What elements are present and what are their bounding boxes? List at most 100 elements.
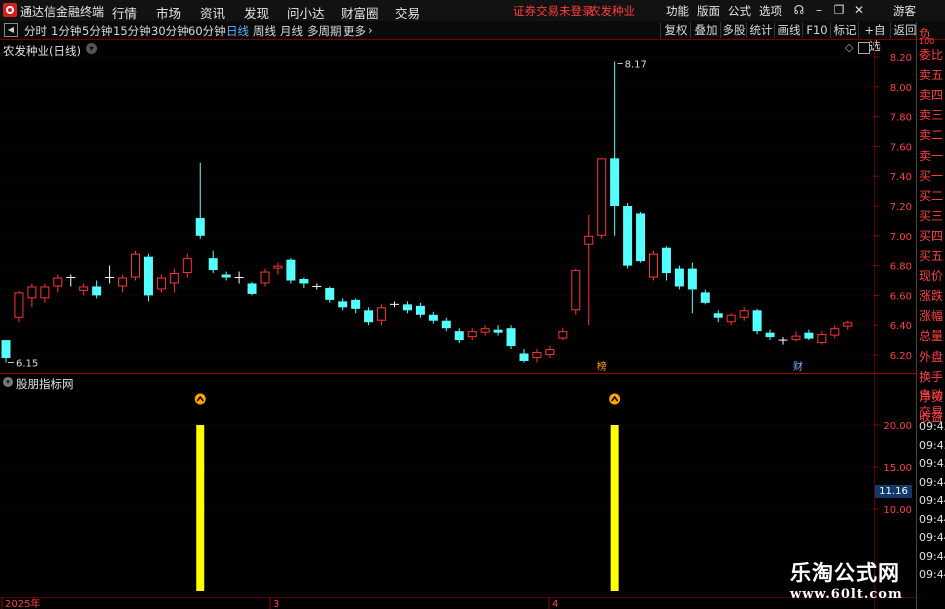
candle-body	[700, 292, 710, 303]
period-5min[interactable]: 5分钟	[82, 23, 112, 39]
candle-body	[428, 314, 438, 321]
watermark-title: 乐淘公式网	[790, 561, 900, 585]
indicator-tick-label: 20.00	[883, 421, 912, 432]
candle-body	[92, 286, 102, 296]
tool-overlay[interactable]: 叠加	[690, 22, 721, 38]
tool-back[interactable]: 返回	[890, 22, 919, 38]
candle-body	[752, 310, 762, 332]
side-field-label: 买五	[919, 249, 944, 263]
side-trade-time: 09:44	[919, 494, 945, 507]
support-icon[interactable]: ☊	[790, 2, 808, 18]
side-field-label: 买二	[919, 188, 944, 203]
candle-body	[273, 265, 283, 269]
side-field-label: 买三	[919, 208, 944, 223]
side-field-label: 涨跌	[919, 289, 944, 304]
event-marker: 榜	[597, 360, 607, 373]
side-field-label: 现价	[919, 269, 944, 284]
period-15min[interactable]: 15分钟	[113, 23, 151, 39]
menu-options[interactable]: 选项	[759, 3, 782, 19]
side-trade-time: 09:43	[919, 438, 945, 452]
candle-body	[260, 271, 270, 284]
candle-body	[195, 217, 205, 236]
side-trade-time: 09:44	[919, 475, 945, 489]
candle-body	[325, 287, 335, 300]
period-daily[interactable]: 日线	[226, 23, 249, 39]
price-tick-label: 7.20	[890, 202, 912, 213]
side-field-label: 卖三	[919, 108, 944, 123]
price-tick-label: 6.20	[890, 351, 912, 362]
collapse-left-icon[interactable]: ◀	[4, 23, 18, 37]
menu-formula[interactable]: 公式	[728, 3, 751, 19]
menu-quotes[interactable]: 行情	[112, 3, 137, 22]
candle-body	[817, 334, 827, 344]
tool-multi-stock[interactable]: 多股	[720, 22, 747, 38]
kline-chart[interactable]: 8.17 6.15 榜 财 8.20 8.00 7.80 7.60 7.40 7.20 7.00 6…	[0, 40, 916, 609]
side-trade-time: 09:44	[919, 549, 945, 563]
side-field-label: 卖五	[919, 68, 944, 83]
candle-body	[584, 235, 594, 245]
candle-body	[493, 329, 503, 333]
menu-market[interactable]: 市场	[156, 3, 181, 22]
signal-up-icon	[194, 393, 206, 405]
menu-news[interactable]: 资讯	[200, 3, 225, 22]
period-more[interactable]: 更多	[343, 23, 366, 39]
candle-body	[286, 259, 296, 281]
candle-body	[843, 322, 853, 327]
candle-body	[338, 301, 348, 308]
tool-stats[interactable]: 统计	[746, 22, 775, 38]
event-marker: 财	[793, 360, 803, 373]
restore-icon[interactable]: ❐	[830, 2, 848, 18]
tool-add-watchlist[interactable]: +自选	[858, 22, 891, 53]
candle-body	[247, 283, 257, 294]
menu-discover[interactable]: 发现	[244, 3, 269, 22]
candle-body	[661, 247, 671, 274]
side-lower-label: 自动	[919, 388, 944, 402]
tool-draw[interactable]: 画线	[774, 22, 803, 38]
side-trade-time: 09:43	[919, 457, 945, 470]
low-label: 6.15	[16, 358, 38, 369]
candle-body	[739, 310, 749, 318]
side-field-label: 外盘	[919, 349, 944, 364]
candle-body	[441, 320, 451, 329]
candle-body	[571, 270, 581, 311]
menu-function[interactable]: 功能	[666, 3, 689, 19]
side-trade-time: 09:44	[919, 512, 945, 526]
time-tick-label: 3	[273, 599, 279, 609]
candle-body	[14, 292, 24, 318]
current-stock-name: 农发种业	[589, 4, 635, 18]
candle-body	[364, 310, 374, 323]
price-tick-label: 7.80	[890, 113, 912, 124]
tool-adjust[interactable]: 复权	[660, 22, 691, 38]
period-timeshare[interactable]: 分时	[24, 23, 47, 39]
price-tick-label: 6.40	[890, 321, 912, 332]
period-monthly[interactable]: 月线	[280, 23, 303, 39]
side-lower-label: 交易	[919, 405, 944, 419]
side-trade-time: 09:43	[919, 420, 945, 433]
menu-ask-xiaoda[interactable]: 问小达	[287, 3, 325, 22]
menu-wealth-circle[interactable]: 财富圈	[341, 3, 379, 22]
period-30min[interactable]: 30分钟	[151, 23, 189, 39]
candle-body	[351, 299, 361, 309]
candle-body	[40, 286, 50, 299]
time-tick-label: 2025年	[5, 597, 40, 609]
minimize-icon[interactable]: –	[810, 2, 828, 18]
menu-trade[interactable]: 交易	[395, 3, 420, 22]
period-weekly[interactable]: 周线	[253, 23, 276, 39]
period-1min[interactable]: 1分钟	[51, 23, 81, 39]
candle-body	[726, 314, 736, 323]
chevron-right-icon[interactable]: ›	[368, 23, 373, 37]
menu-layout[interactable]: 版面	[697, 3, 720, 19]
side-top-value: 100	[919, 37, 935, 46]
tool-f10[interactable]: F10	[802, 22, 831, 38]
period-multi[interactable]: 多周期	[307, 23, 342, 39]
candle-body	[27, 286, 37, 299]
side-field-label: 委比	[919, 48, 944, 62]
candle-body	[519, 353, 529, 361]
guest-label[interactable]: 游客	[893, 3, 916, 19]
login-warning[interactable]: 证券交易未登录	[513, 3, 594, 19]
close-icon[interactable]: ✕	[850, 2, 868, 18]
period-60min[interactable]: 60分钟	[188, 23, 226, 39]
app-name: 通达信金融终端	[20, 5, 105, 19]
tool-mark[interactable]: 标记	[830, 22, 859, 38]
side-trade-time: 09:44	[919, 531, 945, 544]
